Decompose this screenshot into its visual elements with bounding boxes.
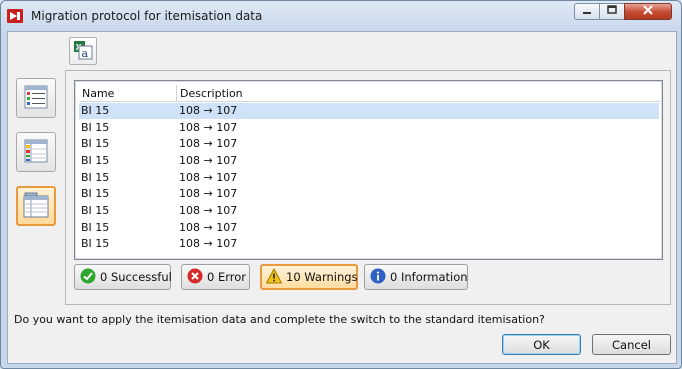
svg-text:a: a — [82, 47, 89, 60]
view-table-detail-button[interactable] — [16, 186, 56, 226]
ok-button[interactable]: OK — [502, 334, 581, 355]
table-row[interactable]: BI 15 108 → 107 — [79, 236, 659, 252]
cancel-button[interactable]: Cancel — [592, 334, 671, 355]
cell-description: 108 → 107 — [179, 221, 238, 234]
list-view-icon — [23, 84, 49, 113]
view-table-colored-button[interactable] — [16, 132, 56, 172]
title-bar[interactable]: Migration protocol for itemisation data — [1, 1, 681, 31]
maximize-icon — [607, 5, 617, 18]
minimize-icon — [582, 5, 592, 18]
export-excel-button[interactable]: X a — [69, 37, 97, 65]
table-row[interactable]: BI 15 108 → 107 — [79, 120, 659, 136]
confirmation-question: Do you want to apply the itemisation dat… — [14, 313, 545, 326]
filter-warnings-button[interactable]: 10 Warnings — [260, 264, 358, 290]
cell-name: BI 15 — [81, 187, 110, 200]
cell-description: 108 → 107 — [179, 121, 238, 134]
table-row[interactable]: BI 15 108 → 107 — [79, 153, 659, 169]
table-row[interactable]: BI 15 108 → 107 — [79, 220, 659, 236]
cell-name: BI 15 — [81, 104, 110, 117]
success-check-icon — [80, 268, 96, 287]
filter-information-button[interactable]: 0 Information — [364, 264, 468, 290]
table-colored-view-icon — [23, 138, 49, 167]
information-label: 0 Information — [390, 270, 468, 284]
information-icon — [370, 268, 386, 287]
cell-description: 108 → 107 — [179, 187, 238, 200]
table-row[interactable]: BI 15 108 → 107 — [79, 136, 659, 152]
table-row[interactable]: BI 15 108 → 107 — [79, 186, 659, 202]
dialog-window: Migration protocol for itemisation data … — [0, 0, 682, 369]
cell-description: 108 → 107 — [179, 154, 238, 167]
column-header-name[interactable]: Name — [82, 87, 114, 100]
cell-description: 108 → 107 — [179, 237, 238, 250]
minimize-button[interactable] — [574, 3, 600, 20]
warnings-label: 10 Warnings — [286, 270, 358, 284]
dialog-content: X a — [7, 31, 677, 364]
column-header-description[interactable]: Description — [180, 87, 243, 100]
cell-name: BI 15 — [81, 121, 110, 134]
protocol-panel: Name Description BI 15 108 → 107 BI 15 108… — [65, 70, 671, 305]
close-button[interactable] — [624, 3, 672, 20]
table-detail-view-icon — [22, 191, 50, 222]
window-title: Migration protocol for itemisation data — [31, 9, 263, 23]
cell-name: BI 15 — [81, 154, 110, 167]
cell-name: BI 15 — [81, 171, 110, 184]
cell-name: BI 15 — [81, 204, 110, 217]
excel-export-icon: X a — [73, 40, 93, 63]
filter-successful-button[interactable]: 0 Successful — [74, 264, 172, 290]
error-icon — [187, 268, 203, 287]
cell-name: BI 15 — [81, 137, 110, 150]
protocol-list[interactable]: Name Description BI 15 108 → 107 BI 15 108… — [74, 80, 663, 260]
column-separator[interactable] — [176, 85, 177, 101]
table-row[interactable]: BI 15 108 → 107 — [79, 170, 659, 186]
cell-description: 108 → 107 — [179, 137, 238, 150]
maximize-button[interactable] — [599, 3, 625, 20]
cell-name: BI 15 — [81, 237, 110, 250]
cell-description: 108 → 107 — [179, 204, 238, 217]
warning-icon — [265, 267, 283, 287]
view-list-button[interactable] — [16, 78, 56, 118]
table-row[interactable]: BI 15 108 → 107 — [79, 103, 659, 119]
successful-label: 0 Successful — [100, 270, 172, 284]
app-logo-icon — [7, 8, 23, 24]
cell-name: BI 15 — [81, 221, 110, 234]
list-header: Name Description — [80, 85, 660, 102]
filter-error-button[interactable]: 0 Error — [181, 264, 250, 290]
close-icon — [643, 5, 653, 18]
table-row[interactable]: BI 15 108 → 107 — [79, 203, 659, 219]
error-label: 0 Error — [207, 270, 247, 284]
cell-description: 108 → 107 — [179, 104, 238, 117]
cell-description: 108 → 107 — [179, 171, 238, 184]
